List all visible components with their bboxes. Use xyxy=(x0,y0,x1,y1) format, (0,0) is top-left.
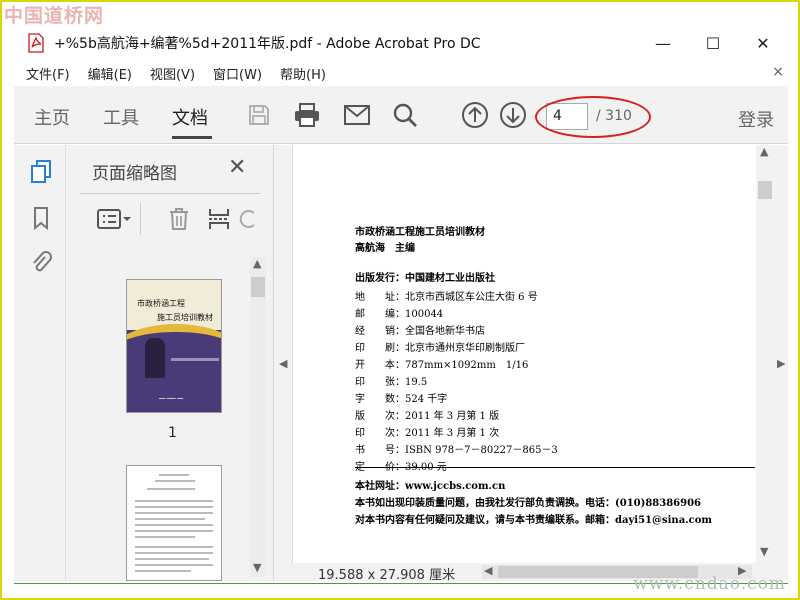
page-size-label: 19.588 x 27.908 厘米 xyxy=(318,568,456,583)
highlight-annotation xyxy=(535,96,651,138)
expand-right-panel-icon[interactable]: ▶ xyxy=(777,357,785,370)
panel-scroll-thumb[interactable] xyxy=(251,277,265,297)
doc-line-3: 地 址：北京市西城区车公庄大街 6 号 xyxy=(355,292,538,303)
toolbar-divider xyxy=(140,203,141,235)
doc-line-0: 市政桥涵工程施工员培训教材 xyxy=(355,227,485,238)
menu-view[interactable]: 视图(V) xyxy=(150,64,195,83)
doc-scroll-up-icon[interactable]: ▲ xyxy=(760,145,768,158)
doc-line-9: 字 数：524 千字 xyxy=(355,394,448,405)
menu-window[interactable]: 窗口(W) xyxy=(213,64,262,83)
search-icon[interactable] xyxy=(390,100,420,130)
panel-title: 页面缩略图 xyxy=(92,164,177,184)
menu-edit[interactable]: 编辑(E) xyxy=(88,64,132,83)
menu-help[interactable]: 帮助(H) xyxy=(280,64,326,83)
doc-line-7: 开 本：787mm×1092mm 1/16 xyxy=(355,360,529,371)
cover-title-line2: 施工员培训教材 xyxy=(157,313,213,322)
email-icon[interactable] xyxy=(342,100,372,130)
maximize-button[interactable]: ☐ xyxy=(688,28,738,58)
doc-line-6: 印 刷：北京市通州京华印刷制版厂 xyxy=(355,343,525,354)
doc-scroll-down-icon[interactable]: ▼ xyxy=(760,545,768,558)
panel-toolbar xyxy=(80,201,260,237)
panel-close-icon[interactable]: ✕ xyxy=(228,155,246,180)
scroll-down-icon[interactable]: ▼ xyxy=(253,561,261,574)
minimize-button[interactable]: — xyxy=(638,28,688,58)
attachment-icon[interactable] xyxy=(28,249,54,275)
doc-line-13: 定 价：39.00 元 xyxy=(355,458,447,473)
cover-publisher-mark: ━━ ━━━ ━━ xyxy=(159,396,184,402)
doc-divider xyxy=(355,467,755,468)
doc-footer-2: 对本书内容有任何疑问及建议，请与本书责编联系。邮箱：dayi51@sina.co… xyxy=(355,515,712,526)
thumbnail-panel: 页面缩略图 ✕ ▲ ▼ 市政桥涵工程 施工员培训教材 ━━ ━━━ ━━ 1 xyxy=(66,145,274,581)
tab-tools[interactable]: 工具 xyxy=(103,104,139,130)
doc-scroll-thumb[interactable] xyxy=(758,181,772,199)
doc-line-12: 书 号：ISBN 978－7－80227－865－3 xyxy=(355,445,558,456)
doc-line-5: 经 销：全国各地新华书店 xyxy=(355,326,485,337)
doc-line-4: 邮 编：100044 xyxy=(355,309,444,320)
panel-splitter[interactable]: ◀ xyxy=(274,145,292,581)
page-thumbnail-2[interactable] xyxy=(126,465,222,581)
previous-page-icon[interactable] xyxy=(460,100,490,130)
cover-arc-graphic xyxy=(127,324,221,384)
scroll-up-icon[interactable]: ▲ xyxy=(253,257,261,270)
right-panel-splitter[interactable]: ▶ xyxy=(774,145,788,581)
delete-page-icon[interactable] xyxy=(164,205,194,233)
print-icon[interactable] xyxy=(292,100,322,130)
panel-divider xyxy=(80,193,260,194)
navigation-rail xyxy=(14,145,66,581)
doc-footer-1: 本书如出现印装质量问题，由我社发行部负责调换。电话：(010)88386906 xyxy=(355,498,702,509)
menu-file[interactable]: 文件(F) xyxy=(26,64,70,83)
panel-scrollbar[interactable]: ▲ ▼ xyxy=(250,257,266,577)
watermark-top: 中国道桥网 xyxy=(4,5,105,27)
title-bar: +%5b高航海+编著%5d+2011年版.pdf - Adobe Acrobat… xyxy=(14,28,788,58)
doc-scroll-left-icon[interactable]: ◀ xyxy=(484,564,492,577)
document-page: 市政桥涵工程施工员培训教材 高航海 主编 出版发行：中国建材工业出版社 地 址：… xyxy=(292,145,756,563)
page-thumbnails-icon[interactable] xyxy=(28,159,54,185)
doc-line-1: 高航海 主编 xyxy=(355,243,415,254)
main-toolbar: 主页 工具 文档 4 / 310 登录 xyxy=(14,86,788,144)
cover-figure-graphic xyxy=(145,338,165,378)
doc-footer-0: 本社网址：www.jccbs.com.cn xyxy=(355,481,506,492)
tab-home[interactable]: 主页 xyxy=(34,104,70,130)
document-vscrollbar[interactable]: ▲ ▼ xyxy=(756,145,774,563)
rotate-page-icon[interactable] xyxy=(236,205,260,233)
save-icon[interactable] xyxy=(244,100,274,130)
thumbnail-label: 1 xyxy=(168,425,177,441)
bookmark-icon[interactable] xyxy=(28,205,54,231)
pdf-icon xyxy=(26,32,46,54)
menu-close-icon[interactable]: × xyxy=(772,64,784,80)
tab-document[interactable]: 文档 xyxy=(172,104,208,130)
extract-pages-icon[interactable] xyxy=(204,205,234,233)
options-menu-icon[interactable] xyxy=(94,205,134,233)
window-title: +%5b高航海+编著%5d+2011年版.pdf - Adobe Acrobat… xyxy=(54,36,481,52)
cover-title-line1: 市政桥涵工程 xyxy=(137,299,185,308)
doc-line-11: 印 次：2011 年 3 月第 1 次 xyxy=(355,428,500,439)
menu-bar: 文件(F) 编辑(E) 视图(V) 窗口(W) 帮助(H) × xyxy=(14,60,788,86)
doc-line-8: 印 张：19.5 xyxy=(355,377,428,388)
collapse-panel-icon[interactable]: ◀ xyxy=(279,357,287,370)
next-page-icon[interactable] xyxy=(498,100,528,130)
active-tab-indicator xyxy=(172,136,212,139)
watermark-bottom: www.cndao.com xyxy=(633,574,786,594)
doc-line-2: 出版发行：中国建材工业出版社 xyxy=(355,273,495,284)
cover-bridge-graphic xyxy=(171,358,219,361)
page-thumbnail-1[interactable]: 市政桥涵工程 施工员培训教材 ━━ ━━━ ━━ xyxy=(126,279,222,413)
login-button[interactable]: 登录 xyxy=(738,106,774,132)
doc-line-10: 版 次：2011 年 3 月第 1 版 xyxy=(355,411,500,422)
close-button[interactable]: ✕ xyxy=(738,28,788,58)
